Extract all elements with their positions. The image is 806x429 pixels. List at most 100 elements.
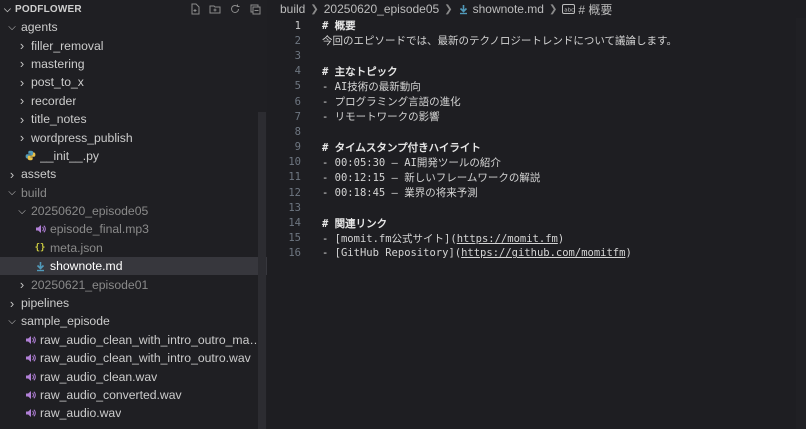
line-number: 1 bbox=[294, 19, 301, 32]
chevron-right-icon[interactable]: › bbox=[6, 167, 18, 182]
refresh-icon[interactable] bbox=[229, 2, 241, 14]
text-token: - bbox=[322, 96, 335, 109]
link-url[interactable]: https://momit.fm bbox=[457, 233, 558, 245]
chevron-down-icon[interactable]: ⌵ bbox=[6, 22, 18, 33]
collapse-all-icon[interactable] bbox=[249, 2, 261, 15]
link-url[interactable]: https://github.com/momitfm bbox=[461, 247, 625, 259]
code-line[interactable]: 13 bbox=[268, 200, 806, 215]
code-line[interactable]: 2 今回のエピソードでは、最新のテクノロジートレンドについて議論します。 bbox=[268, 33, 806, 48]
chevron-right-icon[interactable]: › bbox=[16, 112, 28, 127]
tree-item-label: wordpress_publish bbox=[31, 130, 133, 145]
line-text: # タイムスタンプ付きハイライト bbox=[301, 140, 481, 155]
tree-folder[interactable]: ⌵ 20250620_episode05 bbox=[0, 202, 267, 220]
tree-folder[interactable]: ⌵ sample_episode bbox=[0, 312, 267, 330]
symbol-string-icon: abc bbox=[562, 4, 576, 14]
chevron-right-icon[interactable]: › bbox=[16, 56, 28, 71]
code-line[interactable]: 15- [momit.fm公式サイト](https://momit.fm) bbox=[268, 231, 806, 246]
code-line[interactable]: 3 bbox=[268, 48, 806, 63]
text-token: - bbox=[322, 247, 335, 260]
json-file-icon: {} bbox=[34, 242, 46, 253]
chevron-down-icon[interactable]: ⌵ bbox=[6, 187, 18, 198]
chevron-right-icon[interactable]: › bbox=[16, 75, 28, 90]
chevron-down-icon[interactable]: ⌵ bbox=[4, 4, 11, 15]
tree-folder[interactable]: › title_notes bbox=[0, 110, 267, 128]
audio-file-icon bbox=[24, 389, 36, 401]
tree-item-label: title_notes bbox=[31, 112, 87, 127]
new-file-icon[interactable] bbox=[189, 2, 201, 15]
line-number: 10 bbox=[288, 156, 301, 169]
audio-file-icon bbox=[24, 334, 36, 346]
tree-item-label: assets bbox=[21, 167, 57, 182]
tree-item-label: 20250621_episode01 bbox=[31, 277, 149, 292]
chevron-right-icon[interactable]: › bbox=[16, 130, 28, 145]
code-line[interactable]: 9 # タイムスタンプ付きハイライト bbox=[268, 140, 806, 155]
tree-folder[interactable]: › assets bbox=[0, 165, 267, 183]
code-line[interactable]: 7- リモートワークの影響 bbox=[268, 109, 806, 124]
text-token: # 関連リンク bbox=[322, 217, 388, 230]
tree-folder[interactable]: › recorder bbox=[0, 92, 267, 110]
chevron-right-icon[interactable]: › bbox=[16, 277, 28, 292]
tree-file[interactable]: shownote.md bbox=[0, 257, 267, 276]
tree-file[interactable]: __init__.py bbox=[0, 147, 267, 165]
line-number: 14 bbox=[288, 217, 301, 230]
tree-item-label: __init__.py bbox=[40, 148, 99, 163]
code-line[interactable]: 16- [GitHub Repository](https://github.c… bbox=[268, 246, 806, 261]
code-line[interactable]: 14 # 関連リンク bbox=[268, 215, 806, 230]
code-editor[interactable]: 1 # 概要 2 今回のエピソードでは、最新のテクノロジートレンドについて議論します。… bbox=[268, 18, 806, 261]
text-token: - bbox=[322, 111, 335, 124]
chevron-down-icon[interactable]: ⌵ bbox=[16, 206, 28, 217]
text-token: 00:05:30 – AI開発ツールの紹介 bbox=[334, 156, 501, 169]
editor-scrollbar[interactable] bbox=[796, 18, 806, 429]
code-line[interactable]: 8 bbox=[268, 124, 806, 139]
tree-folder[interactable]: › filler_removal bbox=[0, 36, 267, 54]
code-line[interactable]: 1 # 概要 bbox=[268, 18, 806, 33]
chevron-right-icon[interactable]: › bbox=[16, 38, 28, 53]
text-token: # 主なトピック bbox=[322, 65, 398, 78]
chevron-right-icon: ❯ bbox=[548, 3, 558, 15]
chevron-right-icon[interactable]: › bbox=[16, 93, 28, 108]
tree-file[interactable]: raw_audio_clean.wav bbox=[0, 367, 267, 385]
explorer-sidebar: ⌵ PODFLOWER ⌵ agents › filler_removal › maste… bbox=[0, 0, 267, 429]
new-folder-icon[interactable] bbox=[209, 2, 221, 14]
tree-item-label: recorder bbox=[31, 93, 77, 108]
tree-folder[interactable]: ⌵ agents bbox=[0, 18, 267, 36]
breadcrumb-symbol[interactable]: # 概要 bbox=[578, 1, 612, 18]
breadcrumb-file[interactable]: shownote.md bbox=[473, 2, 544, 16]
text-token: # 概要 bbox=[322, 20, 356, 33]
tree-folder[interactable]: › wordpress_publish bbox=[0, 128, 267, 146]
text-token: 00:18:45 – 業界の将来予測 bbox=[334, 187, 478, 200]
tree-file[interactable]: raw_audio_clean_with_intro_outro_mastere… bbox=[0, 331, 267, 349]
tree-folder[interactable]: › 20250621_episode01 bbox=[0, 275, 267, 293]
tree-file[interactable]: episode_final.mp3 bbox=[0, 220, 267, 238]
line-text: - 00:12:15 – 新しいフレームワークの解説 bbox=[301, 170, 540, 185]
code-line[interactable]: 6- プログラミング言語の進化 bbox=[268, 94, 806, 109]
sidebar-scrollbar[interactable] bbox=[258, 112, 266, 429]
tree-folder[interactable]: › pipelines bbox=[0, 294, 267, 312]
line-number: 5 bbox=[294, 80, 301, 93]
tree-folder[interactable]: › mastering bbox=[0, 55, 267, 73]
line-text: - 00:18:45 – 業界の将来予測 bbox=[301, 185, 478, 200]
tree-folder[interactable]: ⌵ build bbox=[0, 184, 267, 202]
tree-item-label: filler_removal bbox=[31, 38, 104, 53]
tree-file[interactable]: {} meta.json bbox=[0, 239, 267, 257]
tree-item-label: raw_audio.wav bbox=[40, 406, 122, 421]
markdown-file-icon bbox=[458, 4, 469, 15]
text-token: # タイムスタンプ付きハイライト bbox=[322, 141, 481, 154]
line-text: - プログラミング言語の進化 bbox=[301, 94, 461, 109]
tree-file[interactable]: raw_audio_clean_with_intro_outro.wav bbox=[0, 349, 267, 367]
breadcrumb-episode-folder[interactable]: 20250620_episode05 bbox=[324, 2, 439, 16]
code-line[interactable]: 11- 00:12:15 – 新しいフレームワークの解説 bbox=[268, 170, 806, 185]
code-line[interactable]: 10- 00:05:30 – AI開発ツールの紹介 bbox=[268, 155, 806, 170]
line-number: 2 bbox=[294, 34, 301, 47]
tree-file[interactable]: raw_audio_converted.wav bbox=[0, 386, 267, 404]
code-line[interactable]: 4 # 主なトピック bbox=[268, 64, 806, 79]
code-line[interactable]: 12- 00:18:45 – 業界の将来予測 bbox=[268, 185, 806, 200]
tree-file[interactable]: raw_audio.wav bbox=[0, 404, 267, 422]
chevron-down-icon[interactable]: ⌵ bbox=[6, 316, 18, 327]
audio-file-icon bbox=[34, 223, 46, 235]
code-line[interactable]: 5- AI技術の最新動向 bbox=[268, 79, 806, 94]
line-text: - 00:05:30 – AI開発ツールの紹介 bbox=[301, 155, 501, 170]
chevron-right-icon[interactable]: › bbox=[6, 296, 18, 311]
breadcrumb-build[interactable]: build bbox=[280, 2, 305, 16]
tree-folder[interactable]: › post_to_x bbox=[0, 73, 267, 91]
